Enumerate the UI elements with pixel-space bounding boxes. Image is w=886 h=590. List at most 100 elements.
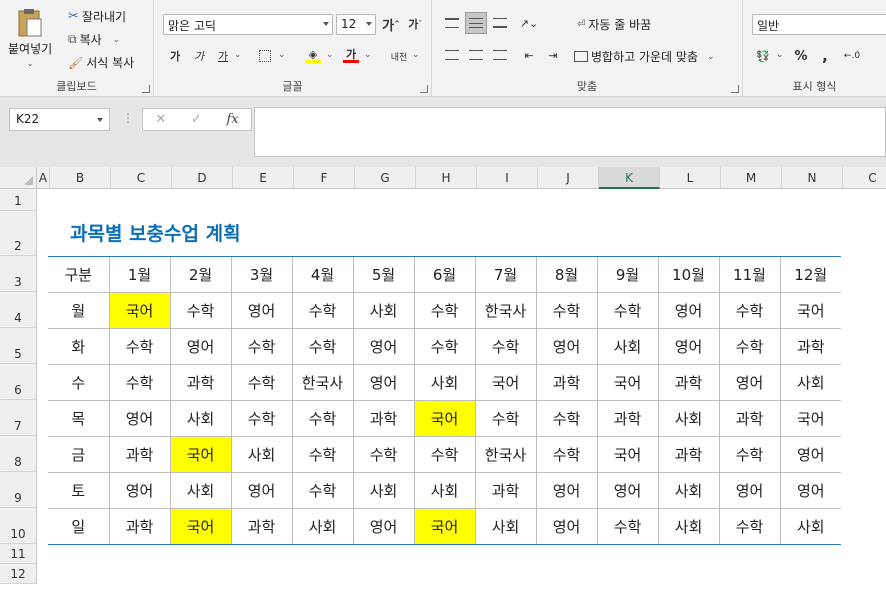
subject-cell[interactable]: 국어 <box>413 508 475 545</box>
subject-cell[interactable]: 수학 <box>596 292 658 329</box>
chevron-down-icon[interactable]: ⌄ <box>27 59 34 68</box>
subject-cell[interactable]: 수학 <box>474 328 536 365</box>
subject-cell[interactable]: 수학 <box>535 400 597 437</box>
subject-cell[interactable]: 수학 <box>108 328 170 365</box>
font-size-select[interactable]: 12 <box>336 14 376 35</box>
number-format-select[interactable]: 일반 <box>752 14 886 35</box>
header-cell[interactable]: 12월 <box>779 256 841 293</box>
row-header-12[interactable]: 12 <box>0 564 37 584</box>
subject-cell[interactable]: 수학 <box>413 328 475 365</box>
subject-cell[interactable]: 수학 <box>413 292 475 329</box>
row-header-3[interactable]: 3 <box>0 256 37 292</box>
subject-cell[interactable]: 영어 <box>108 400 170 437</box>
column-header-d[interactable]: D <box>172 167 233 189</box>
subject-cell[interactable]: 영어 <box>657 328 719 365</box>
fill-color-button[interactable]: ◈ <box>302 45 324 67</box>
column-header-l[interactable]: L <box>660 167 721 189</box>
select-all-button[interactable] <box>0 167 37 189</box>
subject-cell[interactable]: 수학 <box>413 436 475 473</box>
more-options-icon[interactable]: ⋮ <box>122 111 134 125</box>
subject-cell[interactable]: 과학 <box>230 508 292 545</box>
chevron-down-icon[interactable] <box>366 22 372 26</box>
subject-cell[interactable]: 과학 <box>352 400 414 437</box>
bold-button[interactable]: 가 <box>164 45 186 67</box>
header-cell[interactable]: 구분 <box>48 256 109 293</box>
insert-function-icon[interactable]: fx <box>226 112 238 127</box>
subject-cell[interactable]: 수학 <box>596 508 658 545</box>
subject-cell[interactable]: 과학 <box>779 328 841 365</box>
header-cell[interactable]: 8월 <box>535 256 597 293</box>
cut-button[interactable]: ✂ 잘라내기 <box>68 8 126 25</box>
column-header-c[interactable]: C <box>843 167 886 189</box>
day-cell[interactable]: 금 <box>48 436 109 473</box>
subject-cell[interactable]: 수학 <box>108 364 170 401</box>
align-center-button[interactable] <box>465 44 487 66</box>
subject-cell[interactable]: 사회 <box>657 508 719 545</box>
subject-cell[interactable]: 사회 <box>596 328 658 365</box>
day-cell[interactable]: 토 <box>48 472 109 509</box>
subject-cell[interactable]: 영어 <box>535 328 597 365</box>
column-header-n[interactable]: N <box>782 167 843 189</box>
subject-cell[interactable]: 사회 <box>352 472 414 509</box>
subject-cell[interactable]: 영어 <box>535 472 597 509</box>
enter-icon[interactable]: ✓ <box>191 112 202 127</box>
font-name-select[interactable]: 맑은 고딕 <box>163 14 333 35</box>
subject-cell[interactable]: 사회 <box>779 364 841 401</box>
underline-button[interactable]: 가 <box>212 45 234 67</box>
header-cell[interactable]: 2월 <box>169 256 231 293</box>
subject-cell[interactable]: 사회 <box>779 508 841 545</box>
subject-cell[interactable]: 영어 <box>657 292 719 329</box>
wrap-text-button[interactable]: ⏎ 자동 줄 바꿈 <box>577 16 651 33</box>
formula-input[interactable] <box>254 107 886 157</box>
subject-cell[interactable]: 수학 <box>291 292 353 329</box>
dialog-launcher-icon[interactable] <box>731 85 739 93</box>
subject-cell[interactable]: 국어 <box>474 364 536 401</box>
name-box[interactable]: K22 <box>9 108 110 131</box>
column-header-g[interactable]: G <box>355 167 416 189</box>
subject-cell[interactable]: 수학 <box>718 292 780 329</box>
header-cell[interactable]: 1월 <box>108 256 170 293</box>
column-header-k[interactable]: K <box>599 167 660 189</box>
chevron-down-icon[interactable] <box>323 22 329 26</box>
subject-cell[interactable]: 수학 <box>230 328 292 365</box>
header-cell[interactable]: 6월 <box>413 256 475 293</box>
subject-cell[interactable]: 수학 <box>291 472 353 509</box>
subject-cell[interactable]: 영어 <box>718 364 780 401</box>
header-cell[interactable]: 4월 <box>291 256 353 293</box>
subject-cell[interactable]: 수학 <box>718 328 780 365</box>
subject-cell[interactable]: 국어 <box>779 400 841 437</box>
increase-indent-button[interactable]: ⇥ <box>542 44 564 66</box>
chevron-down-icon[interactable]: ⌄ <box>412 50 420 60</box>
subject-cell[interactable]: 수학 <box>291 436 353 473</box>
orientation-button[interactable]: ↗⌄ <box>518 12 540 34</box>
subject-cell[interactable]: 국어 <box>108 292 170 329</box>
dialog-launcher-icon[interactable] <box>420 85 428 93</box>
subject-cell[interactable]: 영어 <box>352 508 414 545</box>
subject-cell[interactable]: 수학 <box>718 436 780 473</box>
subject-cell[interactable]: 사회 <box>352 292 414 329</box>
row-header-9[interactable]: 9 <box>0 472 37 508</box>
subject-cell[interactable]: 과학 <box>596 400 658 437</box>
align-left-button[interactable] <box>441 44 463 66</box>
column-header-b[interactable]: B <box>50 167 111 189</box>
chevron-down-icon[interactable] <box>97 118 103 122</box>
subject-cell[interactable]: 한국사 <box>474 292 536 329</box>
sheet-title[interactable]: 과목별 보충수업 계획 <box>70 219 241 246</box>
subject-cell[interactable]: 과학 <box>108 436 170 473</box>
subject-cell[interactable]: 영어 <box>718 472 780 509</box>
subject-cell[interactable]: 수학 <box>230 400 292 437</box>
subject-cell[interactable]: 사회 <box>413 472 475 509</box>
row-header-8[interactable]: 8 <box>0 436 37 472</box>
subject-cell[interactable]: 과학 <box>718 400 780 437</box>
subject-cell[interactable]: 사회 <box>413 364 475 401</box>
subject-cell[interactable]: 영어 <box>535 508 597 545</box>
column-header-h[interactable]: H <box>416 167 477 189</box>
chevron-down-icon[interactable]: ⌄ <box>364 50 372 60</box>
subject-cell[interactable]: 영어 <box>779 436 841 473</box>
chevron-down-icon[interactable]: ⌄ <box>278 50 286 60</box>
chevron-down-icon[interactable]: ⌄ <box>707 52 715 62</box>
row-header-2[interactable]: 2 <box>0 211 37 256</box>
subject-cell[interactable]: 국어 <box>596 436 658 473</box>
row-header-11[interactable]: 11 <box>0 544 37 564</box>
subject-cell[interactable]: 수학 <box>230 364 292 401</box>
